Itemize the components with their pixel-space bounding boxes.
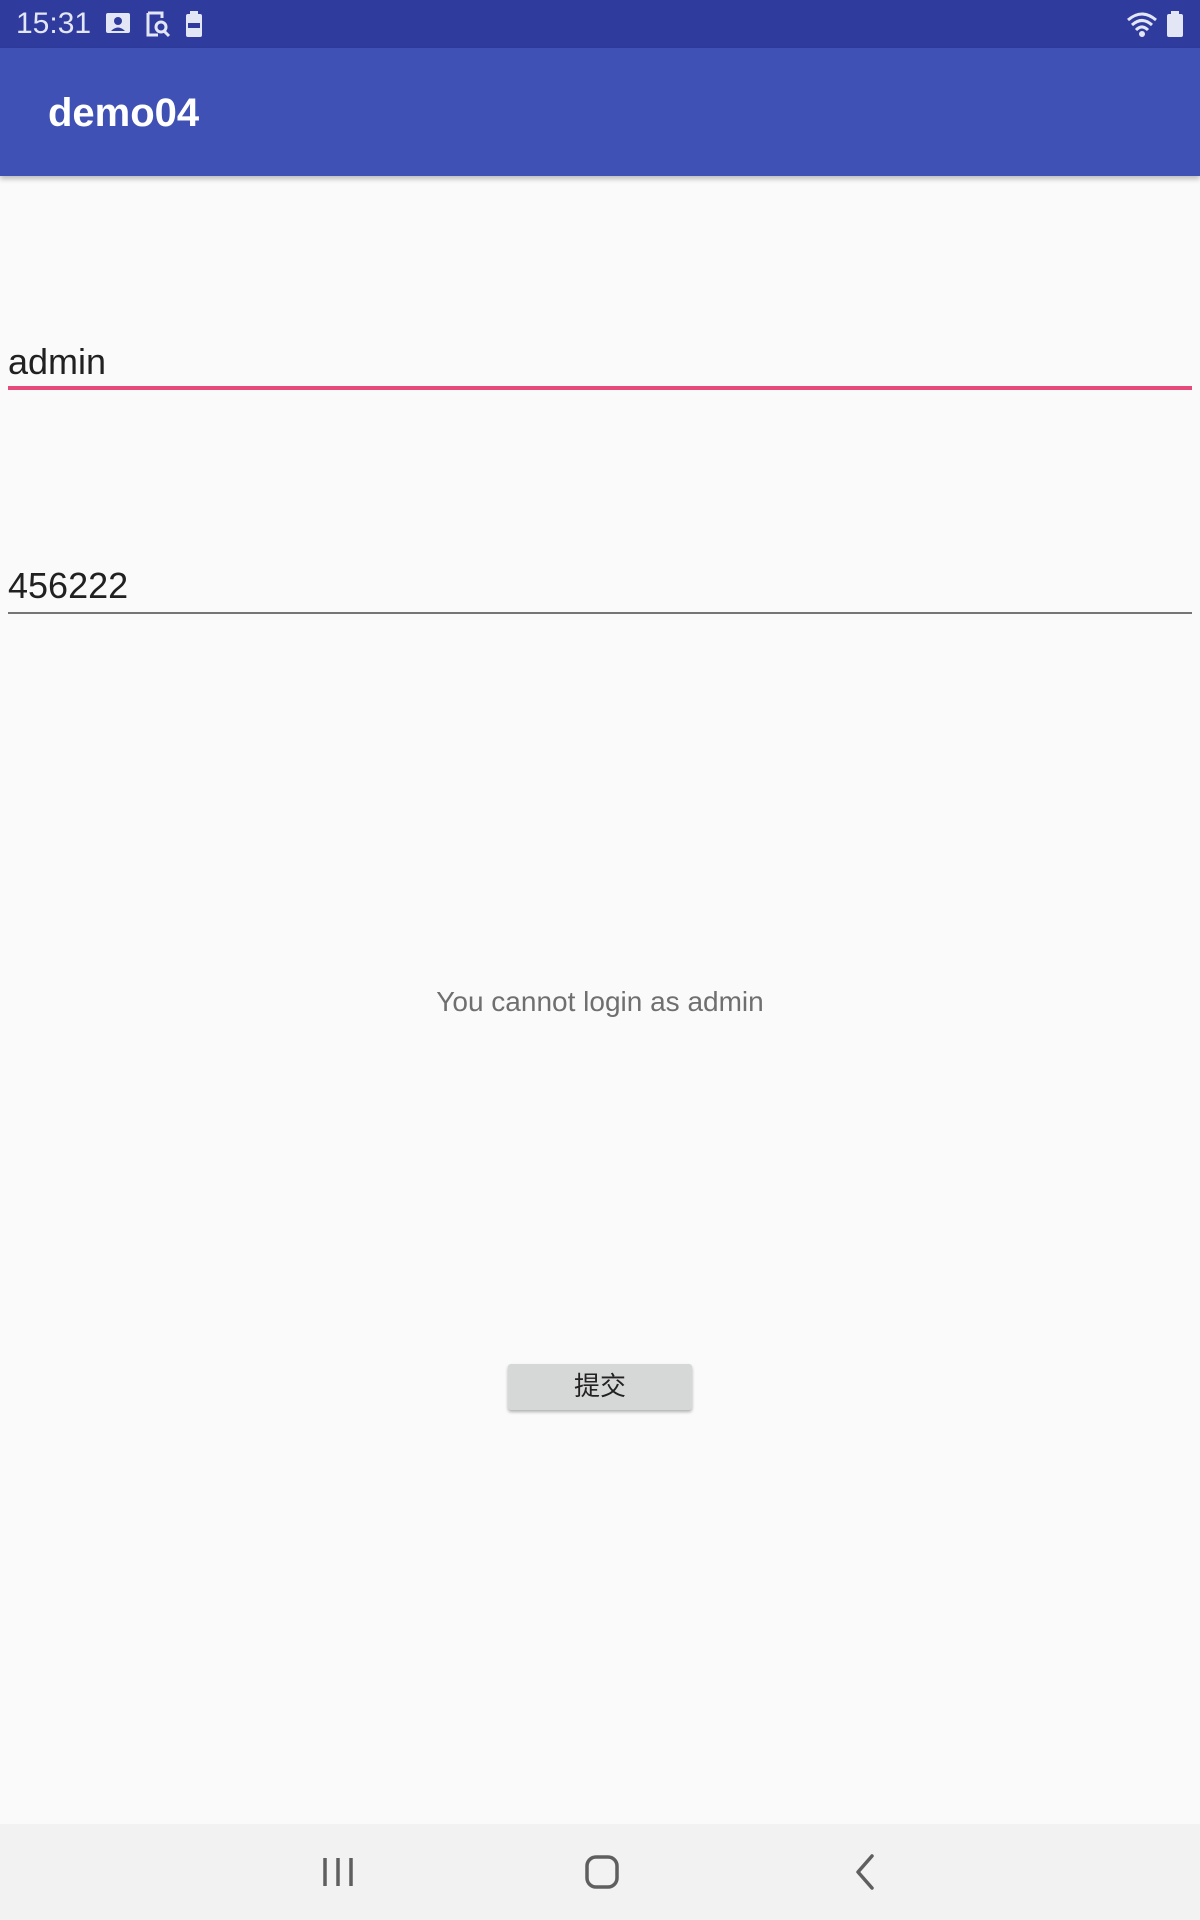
username-field[interactable]: admin <box>8 332 1192 392</box>
app-bar: demo04 <box>0 48 1200 176</box>
screenshot-notification-icon <box>146 11 171 38</box>
status-bar: 15:31 <box>0 0 1200 48</box>
battery-icon <box>1167 11 1183 37</box>
back-icon[interactable] <box>844 1850 888 1894</box>
app-screen: 15:31 demo04 admin 456222 You cannot log… <box>0 0 1200 1920</box>
image-notification-icon <box>106 13 130 33</box>
password-field[interactable]: 456222 <box>8 556 1192 616</box>
home-icon[interactable] <box>580 1850 624 1894</box>
app-title: demo04 <box>48 91 200 135</box>
wifi-icon <box>1127 12 1157 37</box>
battery-100-small-icon <box>186 11 202 37</box>
navigation-bar <box>0 1824 1200 1920</box>
password-field-underline <box>8 612 1192 614</box>
submit-button[interactable]: 提交 <box>508 1364 692 1410</box>
username-field-underline <box>8 386 1192 390</box>
recents-icon[interactable] <box>316 1850 360 1894</box>
login-message: You cannot login as admin <box>436 986 764 1017</box>
status-time: 15:31 <box>16 7 92 40</box>
